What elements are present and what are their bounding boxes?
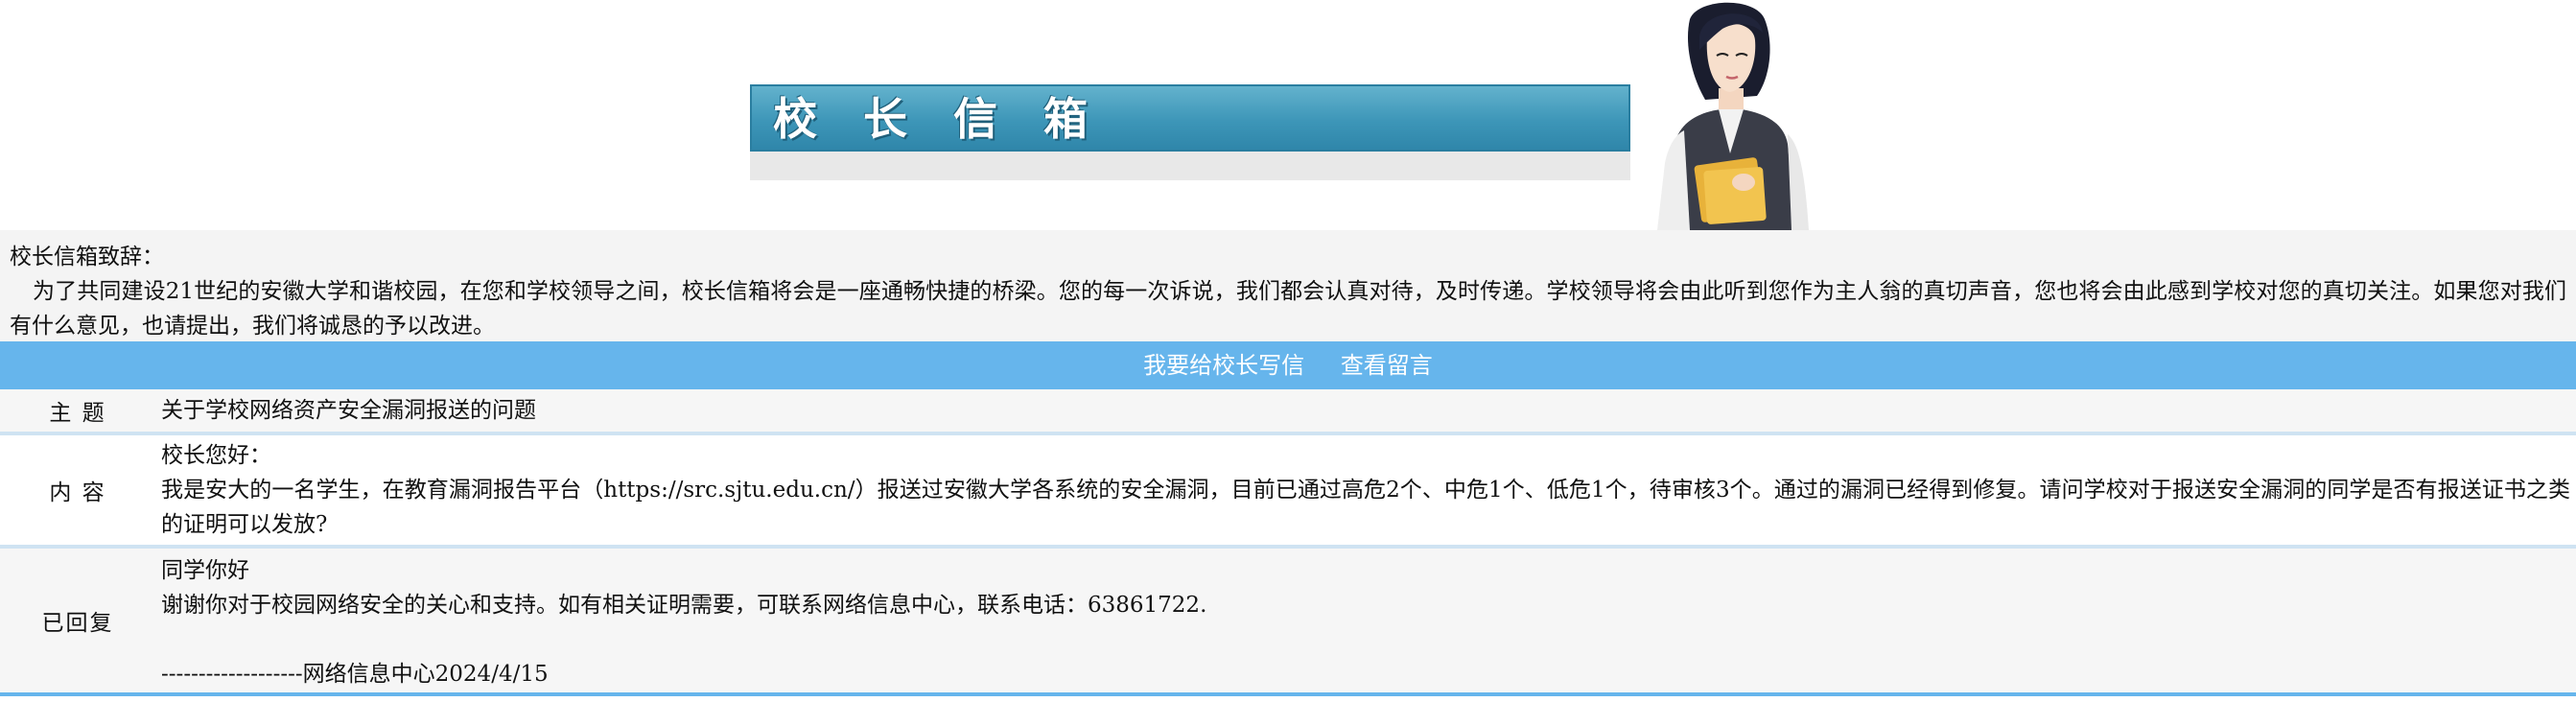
- banner: 校 长 信 箱: [0, 0, 2576, 230]
- reply-row: 已回复 同学你好 谢谢你对于校园网络安全的关心和支持。如有相关证明需要，可联系网…: [0, 547, 2576, 694]
- reply-spacer: [161, 622, 2570, 657]
- reply-body: 谢谢你对于校园网络安全的关心和支持。如有相关证明需要，可联系网络信息中心，联系电…: [161, 593, 1207, 618]
- intro-text: 为了共同建设21世纪的安徽大学和谐校园，在您和学校领导之间，校长信箱将会是一座通…: [10, 279, 2566, 339]
- content-label: 内 容: [49, 480, 106, 505]
- banner-title: 校 长 信 箱: [773, 93, 1104, 145]
- subject-value: 关于学校网络资产安全漏洞报送的问题: [161, 398, 536, 423]
- folder-front: [1703, 167, 1767, 224]
- content-greeting: 校长您好：: [161, 443, 271, 468]
- intro-heading: 校长信箱致辞：: [10, 245, 164, 269]
- content-row: 内 容 校长您好： 我是安大的一名学生，在教育漏洞报告平台（https://sr…: [0, 433, 2576, 547]
- content-value: 校长您好： 我是安大的一名学生，在教育漏洞报告平台（https://src.sj…: [155, 433, 2576, 547]
- view-messages-link[interactable]: 查看留言: [1341, 352, 1433, 379]
- content-body: 我是安大的一名学生，在教育漏洞报告平台（https://src.sjtu.edu…: [161, 478, 2570, 537]
- hand: [1732, 174, 1755, 191]
- reply-greeting: 同学你好: [161, 558, 249, 583]
- subject-label: 主 题: [49, 401, 106, 426]
- principal-illustration: [1657, 2, 1809, 230]
- reply-value: 同学你好 谢谢你对于校园网络安全的关心和支持。如有相关证明需要，可联系网络信息中…: [155, 547, 2576, 694]
- reply-label: 已回复: [41, 611, 114, 636]
- nav-bar: 我要给校长写信 查看留言: [0, 341, 2576, 389]
- subject-row: 主 题 关于学校网络资产安全漏洞报送的问题: [0, 389, 2576, 433]
- reply-signature: -------------------网络信息中心2024/4/15: [161, 662, 549, 687]
- banner-strip: [750, 152, 1630, 180]
- intro-section: 校长信箱致辞： 为了共同建设21世纪的安徽大学和谐校园，在您和学校领导之间，校长…: [0, 230, 2576, 341]
- page: 校 长 信 箱 校长信箱致辞： 为了共同建设21世纪的安徽大学和谐校园，在您和学…: [0, 0, 2576, 702]
- write-letter-link[interactable]: 我要给校长写信: [1143, 352, 1304, 379]
- message-table: 主 题 关于学校网络资产安全漏洞报送的问题 内 容 校长您好： 我是安大的一名学…: [0, 389, 2576, 696]
- banner-title-bar: 校 长 信 箱: [750, 84, 1630, 152]
